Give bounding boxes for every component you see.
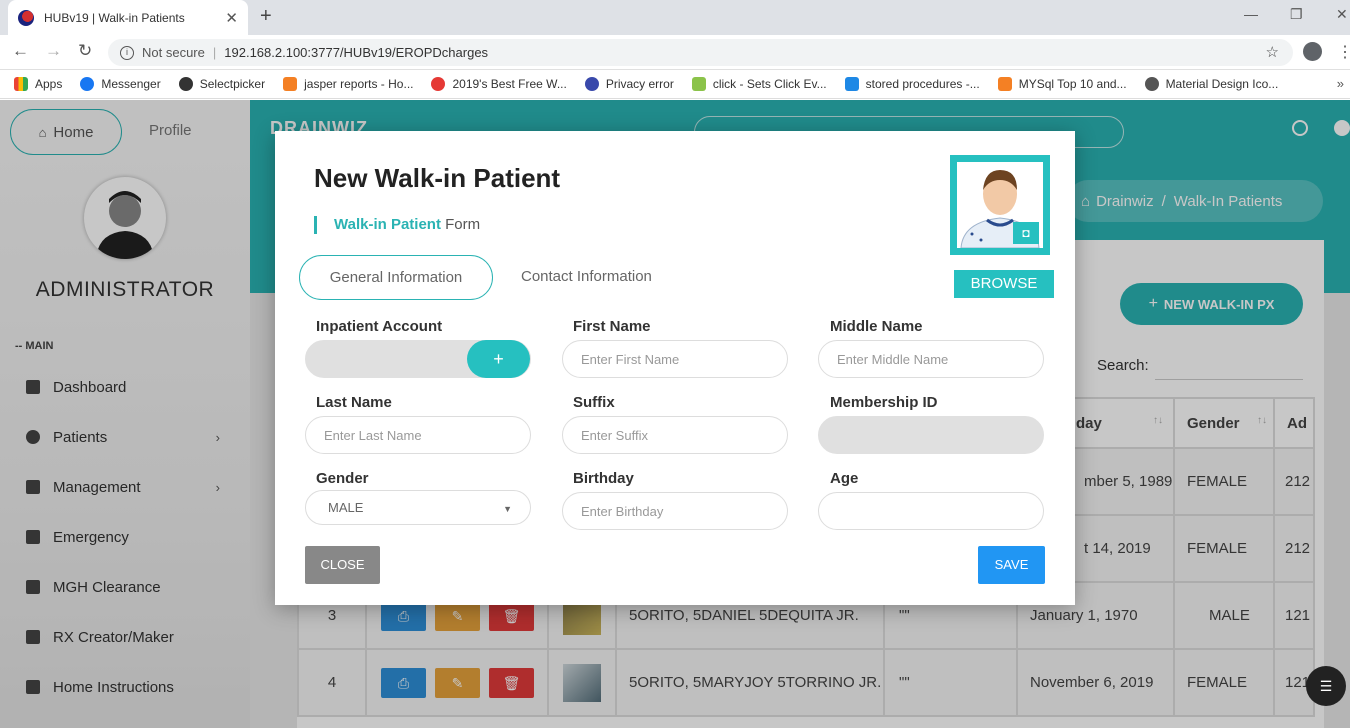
middle-name-input[interactable]: Enter Middle Name: [818, 340, 1044, 378]
messenger-icon: [80, 77, 95, 91]
bookmark-item[interactable]: click - Sets Click Ev...: [691, 77, 827, 91]
bookmark-item[interactable]: Apps: [14, 77, 62, 91]
patient-photo-frame: ◘: [950, 155, 1050, 255]
close-button[interactable]: CLOSE: [305, 546, 380, 584]
stackoverflow-icon: [283, 77, 298, 91]
browser-tabbar: HUBv19 | Walk-in Patients ✕ + — ❐ ✕: [0, 0, 1350, 35]
add-inpatient-account-button[interactable]: +: [467, 340, 530, 378]
birthday-label: Birthday: [573, 470, 634, 487]
database-icon: [844, 77, 859, 91]
camera-icon[interactable]: ◘: [1013, 222, 1039, 244]
bookmark-item[interactable]: Messenger: [80, 77, 161, 91]
age-label: Age: [830, 470, 859, 487]
modal-subtitle-rest: Form: [440, 216, 481, 233]
bookmark-item[interactable]: Privacy error: [584, 77, 674, 91]
new-tab-icon[interactable]: +: [260, 5, 272, 28]
tab-close-icon[interactable]: ✕: [225, 9, 238, 27]
browser-tab[interactable]: HUBv19 | Walk-in Patients ✕: [8, 0, 248, 35]
suffix-input[interactable]: Enter Suffix: [562, 416, 788, 454]
age-input[interactable]: [818, 492, 1044, 530]
maximize-icon[interactable]: ❐: [1290, 6, 1303, 23]
membership-id-label: Membership ID: [830, 394, 938, 411]
not-secure-label: Not secure: [142, 45, 205, 60]
stackoverflow-icon: [997, 77, 1012, 91]
back-icon[interactable]: ←: [12, 41, 29, 61]
first-name-input[interactable]: Enter First Name: [562, 340, 788, 378]
url-text: 192.168.2.100:3777/HUBv19/EROPDcharges: [224, 45, 489, 60]
profile-icon[interactable]: [1303, 42, 1322, 61]
tab-general-information[interactable]: General Information: [299, 255, 493, 300]
address-bar-row: ← → ↻ i Not secure | 192.168.2.100:3777/…: [0, 35, 1350, 70]
omnibox-separator: |: [212, 45, 217, 60]
first-name-label: First Name: [573, 318, 651, 335]
last-name-input[interactable]: Enter Last Name: [305, 416, 531, 454]
chat-icon: ☰: [1319, 678, 1333, 694]
middle-name-label: Middle Name: [830, 318, 923, 335]
reload-icon[interactable]: ↻: [78, 41, 92, 61]
gender-select-value: MALE: [328, 500, 364, 515]
bookmark-star-icon[interactable]: ☆: [1266, 43, 1279, 61]
github-icon: [178, 77, 193, 91]
bookmark-item[interactable]: stored procedures -...: [844, 77, 980, 91]
modal-subtitle: Walk-in Patient Form: [314, 216, 480, 234]
inpatient-account-label: Inpatient Account: [316, 318, 443, 335]
bookmark-item[interactable]: 2019's Best Free W...: [431, 77, 567, 91]
bookmarks-bar: Apps Messenger Selectpicker jasper repor…: [0, 70, 1350, 99]
chevron-down-icon: ▼: [503, 504, 512, 514]
gender-select[interactable]: MALE ▼: [305, 490, 531, 525]
info-icon[interactable]: i: [120, 45, 134, 60]
site-favicon-icon: [18, 9, 34, 26]
bookmark-item[interactable]: Material Design Ico...: [1144, 77, 1278, 91]
browser-menu-icon[interactable]: ⋮: [1337, 42, 1350, 62]
gender-label: Gender: [316, 470, 369, 487]
tab-contact-information[interactable]: Contact Information: [521, 268, 652, 285]
site-icon: [431, 77, 446, 91]
save-button[interactable]: SAVE: [978, 546, 1045, 584]
site-icon: [691, 77, 706, 91]
bookmark-item[interactable]: Selectpicker: [178, 77, 265, 91]
window-close-icon[interactable]: ✕: [1336, 6, 1348, 23]
minimize-icon[interactable]: —: [1244, 6, 1258, 22]
bookmark-item[interactable]: MYSql Top 10 and...: [997, 77, 1127, 91]
modal-title: New Walk-in Patient: [314, 163, 561, 193]
last-name-label: Last Name: [316, 394, 392, 411]
membership-id-field: [818, 416, 1044, 454]
tab-title: HUBv19 | Walk-in Patients: [44, 10, 185, 25]
bookmark-item[interactable]: jasper reports - Ho...: [283, 77, 413, 91]
forward-icon[interactable]: →: [45, 41, 62, 61]
suffix-label: Suffix: [573, 394, 615, 411]
new-walkin-patient-modal: New Walk-in Patient Walk-in Patient Form…: [275, 131, 1075, 605]
warning-icon: [584, 77, 599, 91]
patient-photo: ◘: [957, 162, 1043, 248]
globe-icon: [1144, 77, 1159, 91]
apps-grid-icon: [14, 77, 28, 91]
chat-button[interactable]: ☰: [1306, 666, 1346, 706]
modal-subtitle-accent: Walk-in Patient: [334, 216, 441, 233]
bookmarks-overflow-icon[interactable]: »: [1337, 76, 1344, 91]
browse-button[interactable]: BROWSE: [954, 270, 1054, 298]
birthday-input[interactable]: Enter Birthday: [562, 492, 788, 530]
omnibox[interactable]: i Not secure | 192.168.2.100:3777/HUBv19…: [108, 39, 1293, 66]
